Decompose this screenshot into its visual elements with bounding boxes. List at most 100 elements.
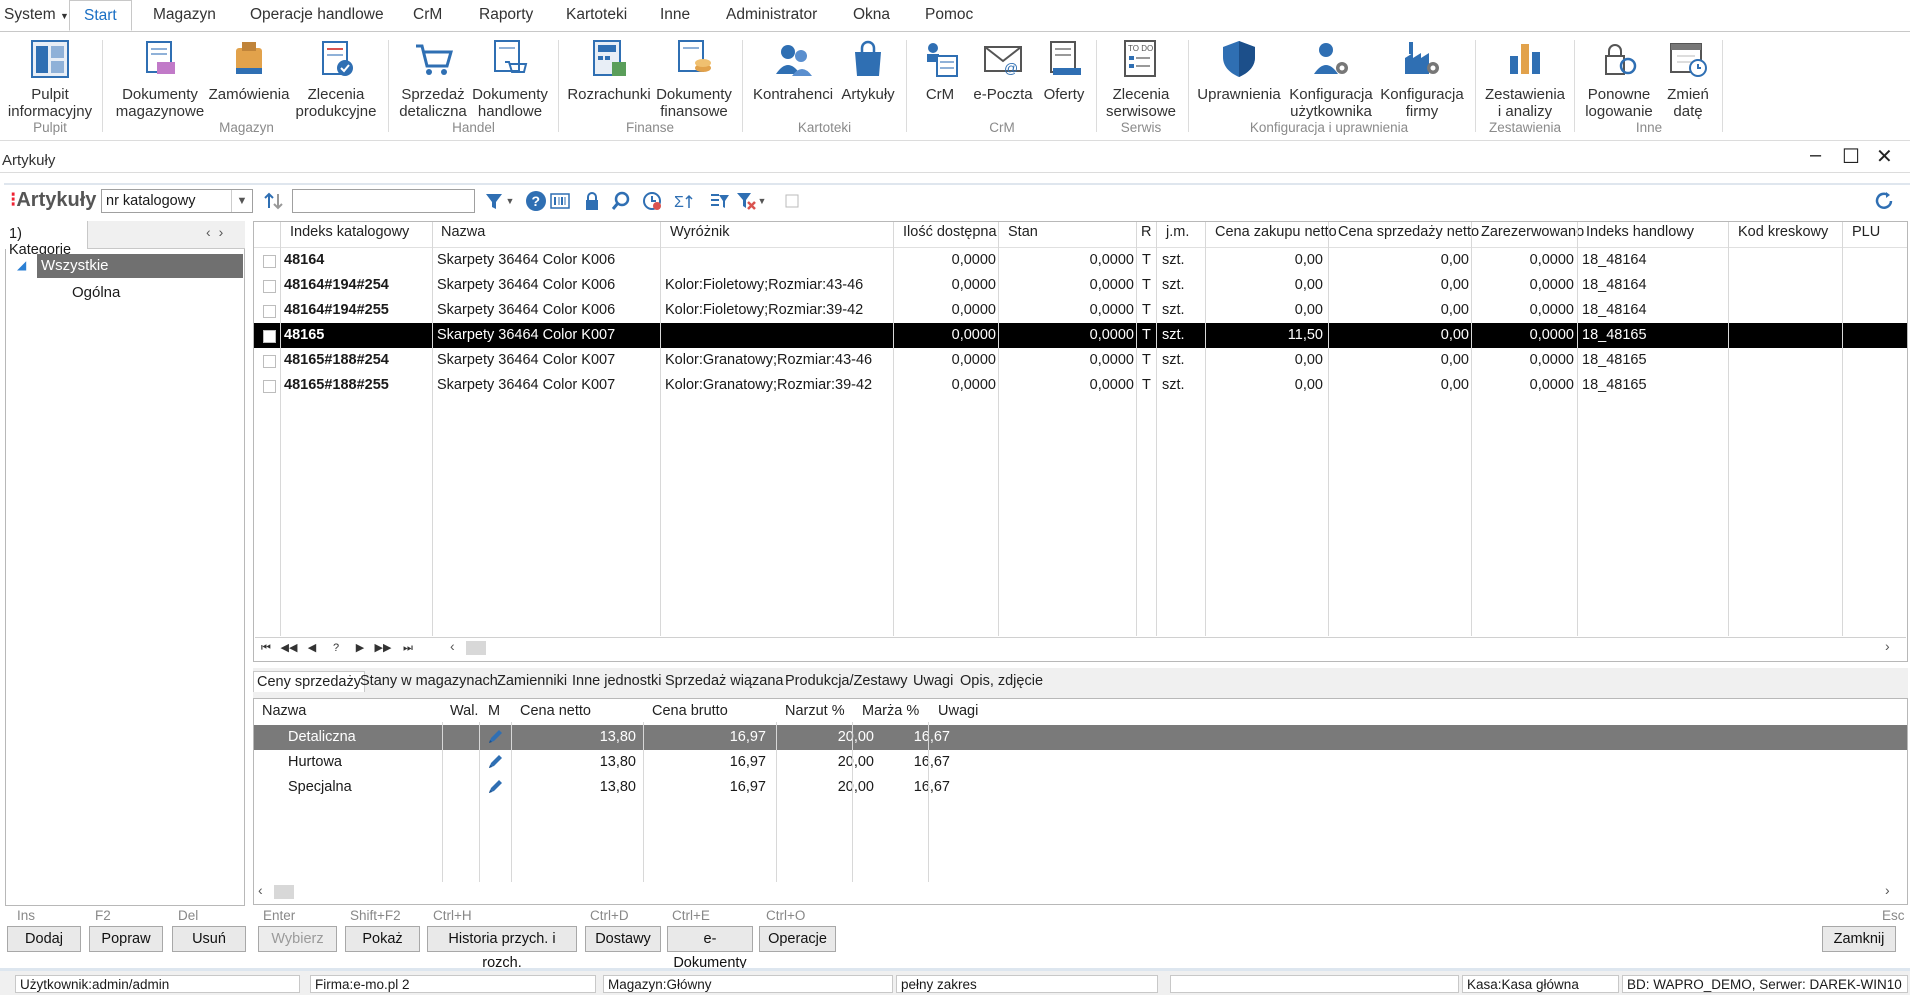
ribbon-zamowienia-button[interactable]: Zamówienia	[207, 36, 291, 103]
zoom-icon[interactable]	[609, 189, 633, 213]
col-m[interactable]: M	[488, 703, 500, 719]
ribbon-konfiguracja-firmy-button[interactable]: Konfiguracja firmy	[1378, 36, 1466, 120]
row-checkbox[interactable]	[263, 380, 276, 393]
tab-kategorie[interactable]: 1) Kategorie	[5, 221, 88, 258]
table-row[interactable]: 48165#188#255 Skarpety 36464 Color K007 Ko…	[254, 373, 1907, 398]
nav-position-button[interactable]: ?	[326, 639, 346, 657]
col-cena-netto[interactable]: Cena netto	[520, 703, 591, 719]
lock-icon[interactable]	[580, 189, 604, 213]
edit-pencil-icon[interactable]	[486, 753, 504, 775]
clear-filter-icon[interactable]	[734, 189, 758, 213]
ribbon-zlecenia-serwisowe-button[interactable]: TO DO Zlecenia serwisowe	[1100, 36, 1182, 120]
scroll-left-icon[interactable]: ‹	[258, 882, 263, 898]
col-zarezerwowano[interactable]: Zarezerwowano	[1481, 224, 1584, 240]
col-cena-zakupu-netto[interactable]: Cena zakupu netto	[1215, 224, 1337, 240]
col-plu[interactable]: PLU	[1852, 224, 1880, 240]
table-row[interactable]: 48164 Skarpety 36464 Color K006 0,0000 0,00…	[254, 248, 1907, 273]
col-jm[interactable]: j.m.	[1166, 224, 1189, 240]
col-indeks-handlowy[interactable]: Indeks handlowy	[1586, 224, 1694, 240]
deliveries-button[interactable]: Dostawy	[585, 926, 661, 952]
show-button[interactable]: Pokaż	[345, 926, 420, 952]
ribbon-pulpit-informacyjny-button[interactable]: Pulpit informacyjny	[4, 36, 96, 120]
row-checkbox[interactable]	[263, 280, 276, 293]
table-row[interactable]: 48165 Skarpety 36464 Color K007 0,0000 0,00…	[254, 323, 1907, 348]
scroll-right-icon[interactable]: ›	[1885, 882, 1890, 898]
close-button[interactable]: Zamknij	[1822, 926, 1896, 952]
tree-item-wszystkie[interactable]: Wszystkie	[37, 254, 243, 278]
chevron-down-icon[interactable]: ▼	[504, 189, 516, 213]
filter-list-icon[interactable]	[708, 189, 732, 213]
col-stan[interactable]: Stan	[1008, 224, 1038, 240]
select-button[interactable]: Wybierz	[258, 926, 337, 952]
h-scrollbar-thumb[interactable]	[274, 885, 294, 899]
menu-raporty[interactable]: Raporty	[479, 6, 533, 24]
row-checkbox[interactable]	[263, 305, 276, 318]
edit-pencil-icon[interactable]	[486, 778, 504, 800]
menu-system[interactable]: System ▼	[4, 6, 69, 24]
search-input[interactable]	[292, 189, 475, 213]
nav-prev-button[interactable]: ◀	[302, 639, 322, 657]
delete-button[interactable]: Usuń	[172, 926, 246, 952]
menu-okna[interactable]: Okna	[853, 6, 890, 24]
col-nazwa[interactable]: Nazwa	[441, 224, 485, 240]
operations-button[interactable]: Operacje	[759, 926, 836, 952]
ribbon-artykuly-button[interactable]: Artykuły	[837, 36, 899, 103]
sort-select[interactable]: nr katalogowy ▼	[101, 189, 253, 213]
nav-prev-page-button[interactable]: ◀◀	[279, 639, 299, 657]
row-checkbox[interactable]	[263, 355, 276, 368]
tree-item-ogolna[interactable]: Ogólna	[72, 284, 120, 301]
tab-zamienniki[interactable]: Zamienniki	[494, 671, 570, 691]
ribbon-konfiguracja-uzytkownika-button[interactable]: Konfiguracja użytkownika	[1286, 36, 1376, 120]
e-documents-button[interactable]: e-Dokumenty	[667, 926, 753, 971]
edit-button[interactable]: Popraw	[89, 926, 163, 952]
ribbon-crm-button[interactable]: CrM	[914, 36, 966, 103]
chevron-down-icon[interactable]: ▼	[231, 190, 252, 212]
maximize-icon[interactable]: ☐	[1842, 144, 1860, 169]
tab-stany-w-magazynach[interactable]: Stany w magazynach	[357, 671, 501, 691]
ribbon-ponowne-logowanie-button[interactable]: Ponowne logowanie	[1578, 36, 1660, 120]
add-button[interactable]: Dodaj	[7, 926, 81, 952]
ribbon-oferty-button[interactable]: Oferty	[1038, 36, 1090, 103]
nav-first-button[interactable]: ⏮	[256, 639, 276, 657]
col-nazwa[interactable]: Nazwa	[262, 703, 306, 719]
h-scrollbar-thumb[interactable]	[466, 641, 486, 655]
scroll-left-icon[interactable]: ‹	[450, 638, 455, 654]
table-row[interactable]: 48164#194#254 Skarpety 36464 Color K006 Ko…	[254, 273, 1907, 298]
menu-crm[interactable]: CrM	[413, 6, 442, 24]
menu-operacje-handlowe[interactable]: Operacje handlowe	[250, 6, 384, 24]
ribbon-dokumenty-handlowe-button[interactable]: Dokumenty handlowe	[470, 36, 550, 120]
col-kod-kreskowy[interactable]: Kod kreskowy	[1738, 224, 1828, 240]
price-row[interactable]: Specjalna 13,80 16,97 20,00 16,67	[254, 775, 1907, 800]
menu-administrator[interactable]: Administrator	[726, 6, 817, 24]
ribbon-uprawnienia-button[interactable]: Uprawnienia	[1192, 36, 1286, 103]
ribbon-dokumenty-magazynowe-button[interactable]: Dokumenty magazynowe	[114, 36, 206, 120]
col-narzut[interactable]: Narzut %	[785, 703, 845, 719]
tab-ceny-sprzedazy[interactable]: Ceny sprzedaży	[253, 671, 365, 692]
nav-next-page-button[interactable]: ▶▶	[373, 639, 393, 657]
col-r[interactable]: R	[1141, 224, 1151, 240]
row-checkbox[interactable]	[263, 330, 276, 343]
ribbon-rozrachunki-button[interactable]: Rozrachunki	[566, 36, 652, 103]
table-row[interactable]: 48165#188#254 Skarpety 36464 Color K007 Ko…	[254, 348, 1907, 373]
history-icon[interactable]	[640, 189, 664, 213]
nav-last-button[interactable]: ⏭	[398, 639, 418, 657]
ribbon-dokumenty-finansowe-button[interactable]: Dokumenty finansowe	[654, 36, 734, 120]
col-wyroznik[interactable]: Wyróżnik	[670, 224, 730, 240]
barcode-icon[interactable]	[548, 189, 572, 213]
col-cena-sprzedazy-netto[interactable]: Cena sprzedaży netto	[1338, 224, 1479, 240]
col-uwagi[interactable]: Uwagi	[938, 703, 978, 719]
table-row[interactable]: 48164#194#255 Skarpety 36464 Color K006 Ko…	[254, 298, 1907, 323]
menu-start[interactable]: Start	[69, 0, 132, 31]
col-indeks-katalogowy[interactable]: Indeks katalogowy	[290, 224, 409, 240]
price-row[interactable]: Hurtowa 13,80 16,97 20,00 16,67	[254, 750, 1907, 775]
history-button[interactable]: Historia przych. i rozch.	[427, 926, 577, 971]
nav-next-button[interactable]: ▶	[350, 639, 370, 657]
ribbon-zlecenia-produkcyjne-button[interactable]: Zlecenia produkcyjne	[293, 36, 379, 120]
col-ilosc-dostepna[interactable]: Ilość dostępna	[903, 224, 997, 240]
menu-inne[interactable]: Inne	[660, 6, 690, 24]
tab-scroll-arrows[interactable]: ‹›	[206, 224, 231, 240]
menu-pomoc[interactable]: Pomoc	[925, 6, 973, 24]
help-icon[interactable]: ?	[524, 189, 548, 213]
col-marza[interactable]: Marża %	[862, 703, 919, 719]
edit-pencil-icon[interactable]	[486, 728, 504, 750]
